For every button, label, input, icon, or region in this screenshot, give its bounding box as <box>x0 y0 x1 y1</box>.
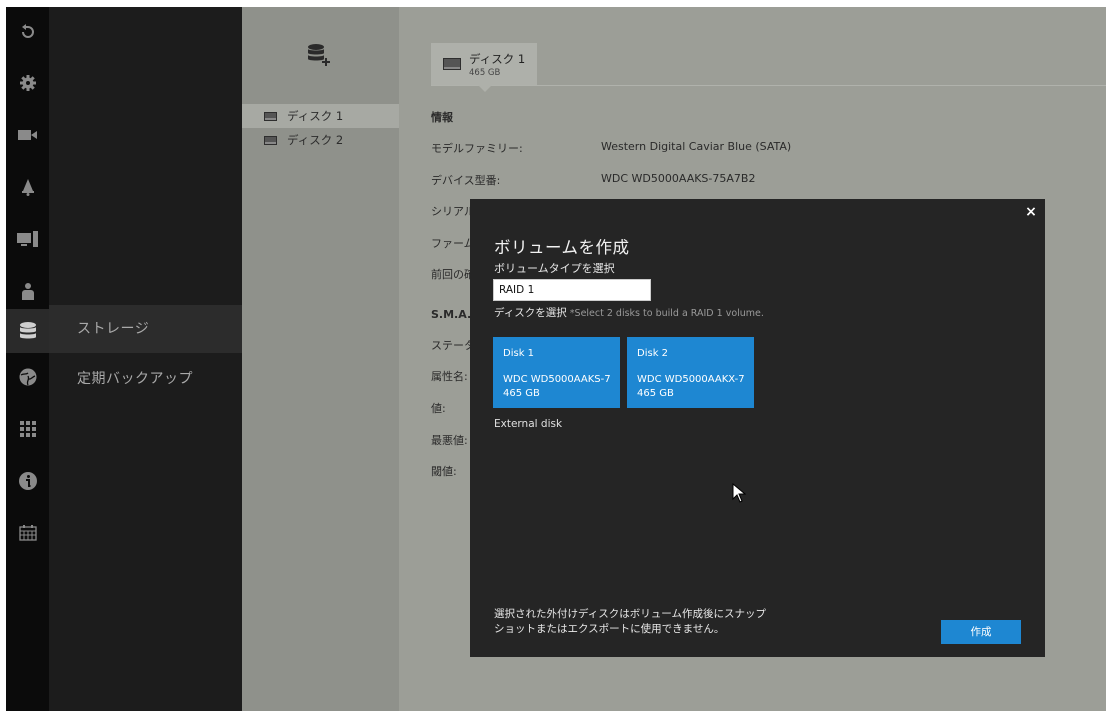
hard-drive-icon <box>264 111 277 121</box>
worst-value-label: 最悪値: <box>431 434 468 447</box>
external-disk-note: 選択された外付けディスクはボリューム作成後にスナップ ショットまたはエクスポート… <box>494 607 814 637</box>
network-icon[interactable] <box>6 357 49 397</box>
volume-type-select[interactable]: RAID 1 <box>493 279 651 301</box>
attribute-name-label: 属性名: <box>431 370 468 383</box>
close-icon[interactable]: × <box>1023 204 1039 220</box>
hard-drive-icon <box>443 58 461 70</box>
menu-item-storage[interactable]: ストレージ <box>49 305 242 353</box>
value-label: 値: <box>431 402 446 415</box>
serial-label: シリアル <box>431 205 475 218</box>
model-family-value: Western Digital Caviar Blue (SATA) <box>601 140 792 153</box>
create-volume-dialog: × ボリュームを作成 ボリュームタイプを選択 RAID 1 ディスクを選択 *S… <box>470 199 1045 657</box>
tab-disk-size: 465 GB <box>469 67 501 78</box>
add-volume-icon[interactable] <box>306 41 332 67</box>
info-heading: 情報 <box>431 111 453 124</box>
device-model-label: デバイス型番: <box>431 174 501 187</box>
menu-item-storage-label: ストレージ <box>77 321 150 337</box>
camera-icon[interactable] <box>6 115 49 155</box>
storage-menu: ストレージ 定期バックアップ <box>49 7 242 711</box>
undo-icon[interactable] <box>6 11 49 51</box>
dialog-title: ボリュームを作成 <box>494 238 630 257</box>
disk-card-size: 465 GB <box>637 388 674 399</box>
disk-card-model: WDC WD5000AAKX-7 <box>637 374 745 385</box>
disk-list-item-1[interactable]: ディスク 1 <box>242 104 399 128</box>
storage-icon[interactable] <box>6 309 49 353</box>
tab-caret <box>478 85 492 92</box>
disk-card-1[interactable]: Disk 1 WDC WD5000AAKS-7 465 GB <box>493 337 620 408</box>
smart-status-label: ステータ <box>431 339 475 352</box>
note-line-1: 選択された外付けディスクはボリューム作成後にスナップ <box>494 608 766 620</box>
icon-rail <box>6 7 49 711</box>
external-disk-label: External disk <box>494 418 563 430</box>
menu-item-scheduled-backup[interactable]: 定期バックアップ <box>49 355 242 403</box>
threshold-label: 閾値: <box>431 465 457 478</box>
disk-select-hint: *Select 2 disks to build a RAID 1 volume… <box>566 308 764 319</box>
hard-drive-icon <box>264 135 277 145</box>
tab-disk-name: ディスク 1 <box>469 51 526 66</box>
last-check-label: 前回の確 <box>431 268 475 281</box>
firmware-label: ファーム <box>431 237 475 250</box>
volume-type-label: ボリュームタイプを選択 <box>494 262 615 275</box>
menu-item-scheduled-backup-label: 定期バックアップ <box>77 371 193 387</box>
disk-card-model: WDC WD5000AAKS-7 <box>503 374 611 385</box>
disk-list-item-label: ディスク 2 <box>287 133 344 147</box>
disk-list-item-2[interactable]: ディスク 2 <box>242 128 399 152</box>
info-icon[interactable] <box>6 461 49 501</box>
tab-divider <box>431 85 1106 86</box>
disk-list-item-label: ディスク 1 <box>287 109 344 123</box>
create-button[interactable]: 作成 <box>941 620 1021 644</box>
mouse-cursor-icon <box>732 482 747 503</box>
gear-icon[interactable] <box>6 63 49 103</box>
disk-select-label: ディスクを選択 *Select 2 disks to build a RAID … <box>494 305 764 320</box>
disk-list-panel: ディスク 1 ディスク 2 <box>242 7 399 711</box>
disk-card-name: Disk 1 <box>503 348 535 359</box>
calendar-icon[interactable] <box>6 513 49 553</box>
disk-card-2[interactable]: Disk 2 WDC WD5000AAKX-7 465 GB <box>627 337 754 408</box>
disk-select-title: ディスクを選択 <box>494 307 567 319</box>
disk-card-size: 465 GB <box>503 388 540 399</box>
app-window: ストレージ 定期バックアップ ディスク 1 ディスク 2 ディスク 1 465 … <box>6 7 1106 711</box>
monitor-icon[interactable] <box>6 219 49 259</box>
user-icon[interactable] <box>6 271 49 311</box>
model-family-label: モデルファミリー: <box>431 142 523 155</box>
tab-disk-1[interactable]: ディスク 1 465 GB <box>431 43 537 85</box>
note-line-2: ショットまたはエクスポートに使用できません。 <box>494 623 725 635</box>
bell-icon[interactable] <box>6 167 49 207</box>
apps-icon[interactable] <box>6 409 49 449</box>
disk-card-name: Disk 2 <box>637 348 669 359</box>
device-model-value: WDC WD5000AAKS-75A7B2 <box>601 172 756 185</box>
